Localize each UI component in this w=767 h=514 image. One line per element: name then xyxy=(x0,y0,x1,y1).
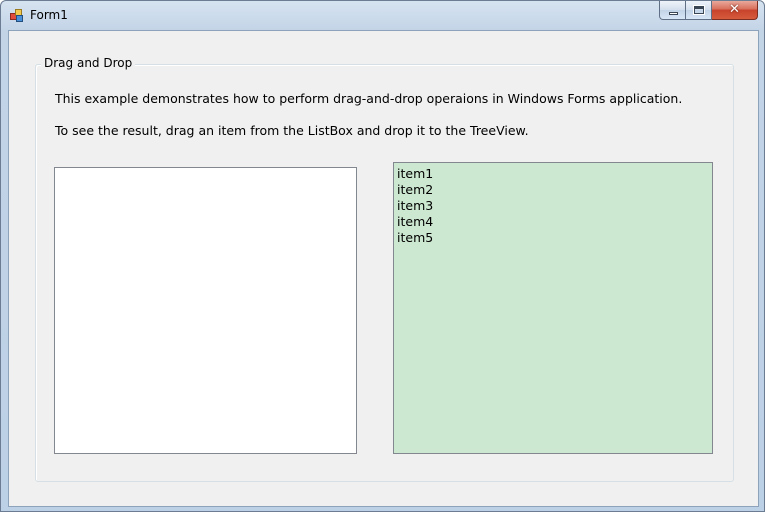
minimize-icon xyxy=(669,12,678,15)
maximize-button[interactable] xyxy=(686,1,712,20)
close-icon: ✕ xyxy=(729,2,740,17)
maximize-icon xyxy=(694,6,704,14)
form1-window: Form1 ✕ Drag and Drop This example demon… xyxy=(0,0,765,512)
caption-buttons: ✕ xyxy=(659,1,758,21)
app-icon[interactable] xyxy=(10,9,24,23)
form-client-area: Drag and Drop This example demonstrates … xyxy=(8,30,759,507)
description-line-1: This example demonstrates how to perform… xyxy=(55,91,683,106)
treeview-drop-target[interactable] xyxy=(54,167,357,454)
list-item[interactable]: item1 xyxy=(397,166,712,182)
list-item[interactable]: item2 xyxy=(397,182,712,198)
minimize-button[interactable] xyxy=(659,1,686,20)
window-title: Form1 xyxy=(30,8,68,22)
groupbox-title: Drag and Drop xyxy=(41,56,136,70)
list-item[interactable]: item3 xyxy=(397,198,712,214)
close-button[interactable]: ✕ xyxy=(712,1,758,20)
description-line-2: To see the result, drag an item from the… xyxy=(55,123,529,138)
title-bar[interactable]: Form1 ✕ xyxy=(1,1,764,31)
listbox-drag-source[interactable]: item1 item2 item3 item4 item5 xyxy=(393,162,713,454)
list-item[interactable]: item4 xyxy=(397,214,712,230)
list-item[interactable]: item5 xyxy=(397,230,712,246)
